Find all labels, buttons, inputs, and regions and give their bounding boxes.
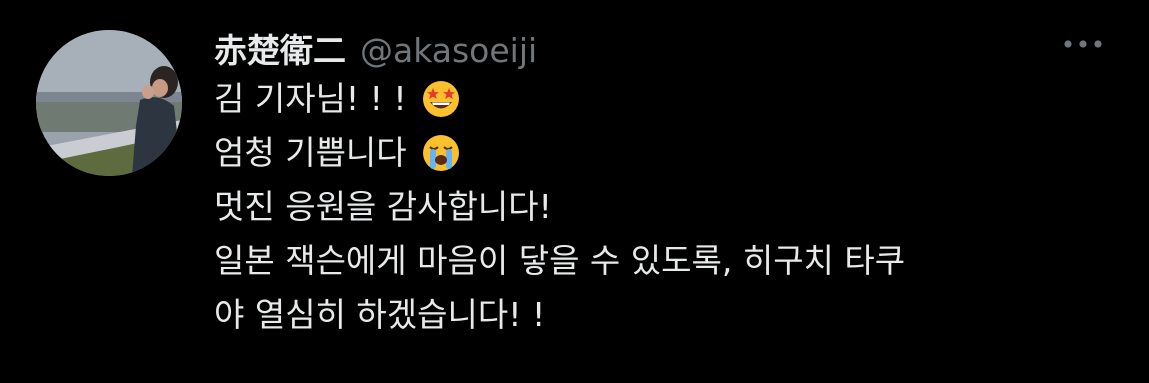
tweet-card[interactable]: 赤楚衛二 @akasoeiji 김 기자님! ! ! 엄청 기쁩니다 멋진 응원…	[0, 0, 1149, 383]
loudly-crying-emoji-icon	[421, 133, 461, 173]
more-horizontal-icon	[1063, 39, 1103, 49]
tweet-header: 赤楚衛二 @akasoeiji	[214, 24, 537, 70]
avatar[interactable]	[36, 30, 182, 176]
tweet-line-text: 엄청 기쁩니다	[214, 133, 407, 172]
more-options-button[interactable]	[1054, 26, 1112, 62]
tweet-line-text: 김 기자님! ! !	[214, 79, 407, 118]
user-handle[interactable]: @akasoeiji	[360, 31, 537, 70]
tweet-line: 김 기자님! ! !	[214, 72, 1114, 126]
star-struck-emoji-icon	[421, 79, 461, 119]
tweet-line: 멋진 응원을 감사합니다!	[214, 180, 1114, 234]
display-name[interactable]: 赤楚衛二	[214, 24, 346, 72]
tweet-text: 김 기자님! ! ! 엄청 기쁩니다 멋진 응원을 감사합니다! 일본 잭슨에게…	[214, 72, 1114, 342]
tweet-line: 엄청 기쁩니다	[214, 126, 1114, 180]
tweet-line-text: 야 열심히 하겠습니다! !	[214, 295, 546, 334]
tweet-line: 야 열심히 하겠습니다! !	[214, 288, 1114, 342]
tweet-line-text: 일본 잭슨에게 마음이 닿을 수 있도록, 히구치 타쿠	[214, 241, 906, 280]
tweet-line: 일본 잭슨에게 마음이 닿을 수 있도록, 히구치 타쿠	[214, 234, 1114, 288]
tweet-line-text: 멋진 응원을 감사합니다!	[214, 187, 552, 226]
